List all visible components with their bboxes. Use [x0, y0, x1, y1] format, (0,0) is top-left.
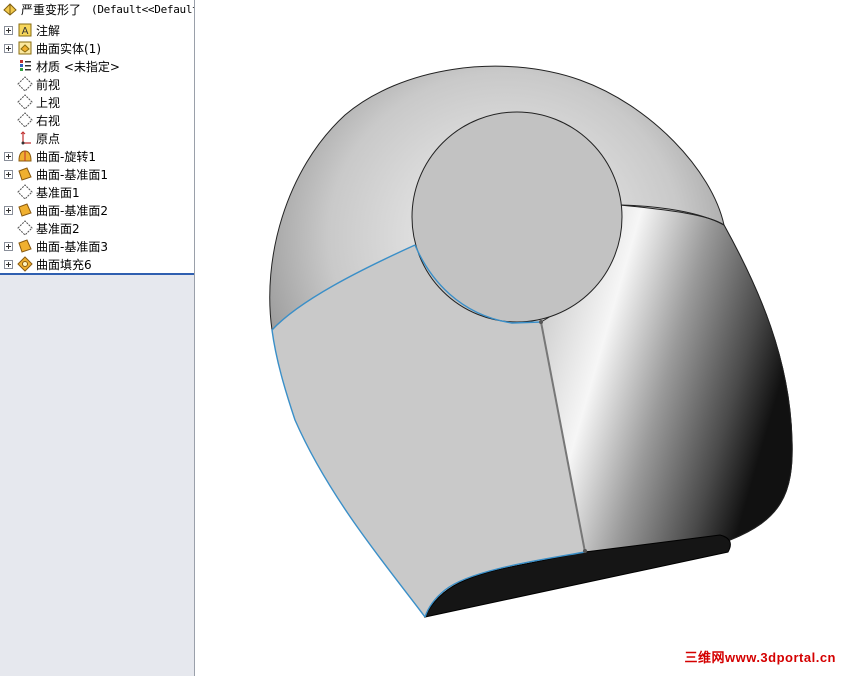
tree-item-label: 基准面1: [36, 185, 80, 200]
part-icon: [2, 1, 18, 17]
tree-item-front-plane[interactable]: 前视: [0, 75, 194, 93]
tree-item-planar-surface3[interactable]: 曲面-基准面3: [0, 237, 194, 255]
configuration-name: (Default<<Default: [91, 2, 194, 16]
expand-toggle[interactable]: [4, 259, 13, 269]
expand-toggle[interactable]: [4, 43, 13, 53]
plane-icon: [17, 94, 33, 110]
tree-root-part[interactable]: 严重变形了 (Default<<Default: [0, 0, 194, 18]
tree-item-label: 右视: [36, 113, 61, 128]
tree-item-planar-surface1[interactable]: 曲面-基准面1: [0, 165, 194, 183]
tree-item-label: 前视: [36, 77, 61, 92]
tree-item-label: 曲面-基准面3: [36, 239, 108, 254]
plane-icon: [17, 220, 33, 236]
tree-item-label: 材质 <未指定>: [36, 59, 120, 74]
tree-item-label: 原点: [36, 131, 61, 146]
annotations-icon: A: [17, 22, 33, 38]
tree-item-label: 曲面-基准面2: [36, 203, 108, 218]
circular-planar-face[interactable]: [411, 111, 623, 323]
plane-icon: [17, 112, 33, 128]
tree-item-label: 上视: [36, 95, 61, 110]
tree-item-label: 注解: [36, 23, 61, 38]
surface-revolve-icon: [17, 148, 33, 164]
tree-item-material[interactable]: 材质 <未指定>: [0, 57, 194, 75]
part-name: 严重变形了: [21, 2, 82, 17]
tree-item-right-plane[interactable]: 右视: [0, 111, 194, 129]
planar-surface-icon: [17, 202, 33, 218]
tree-item-top-plane[interactable]: 上视: [0, 93, 194, 111]
tree-item-label: 曲面-旋转1: [36, 149, 96, 164]
fill-surface-icon: [17, 256, 33, 272]
expand-toggle[interactable]: [4, 205, 13, 215]
plane-icon: [17, 76, 33, 92]
tree-item-fill-surface6[interactable]: 曲面填充6: [0, 255, 194, 273]
expand-toggle[interactable]: [4, 151, 13, 161]
material-icon: [17, 58, 33, 74]
watermark-text: 三维网www.3dportal.cn: [684, 650, 836, 665]
feature-manager-tree: 严重变形了 (Default<<Default A 注解 曲面实体(1) 材质 …: [0, 0, 195, 676]
tree-item-surface-bodies[interactable]: 曲面实体(1): [0, 39, 194, 57]
tree-item-plane2[interactable]: 基准面2: [0, 219, 194, 237]
surface-bodies-icon: [17, 40, 33, 56]
graphics-viewport[interactable]: [195, 0, 856, 676]
tree-item-annotations[interactable]: A 注解: [0, 21, 194, 39]
tree-item-surface-revolve1[interactable]: 曲面-旋转1: [0, 147, 194, 165]
tree-item-label: 曲面填充6: [36, 257, 92, 272]
svg-text:A: A: [22, 26, 29, 37]
planar-surface-icon: [17, 166, 33, 182]
origin-icon: [17, 130, 33, 146]
tree-item-label: 曲面-基准面1: [36, 167, 108, 182]
plane-icon: [17, 184, 33, 200]
feature-tree-list: 严重变形了 (Default<<Default A 注解 曲面实体(1) 材质 …: [0, 0, 194, 274]
planar-surface-icon: [17, 238, 33, 254]
expand-toggle[interactable]: [4, 25, 13, 35]
expand-toggle[interactable]: [4, 169, 13, 179]
rollback-bar[interactable]: [0, 273, 194, 275]
tree-item-origin[interactable]: 原点: [0, 129, 194, 147]
tree-item-label: 曲面实体(1): [36, 41, 101, 56]
tree-item-plane1[interactable]: 基准面1: [0, 183, 194, 201]
tree-item-label: 基准面2: [36, 221, 80, 236]
tree-item-planar-surface2[interactable]: 曲面-基准面2: [0, 201, 194, 219]
expand-toggle[interactable]: [4, 241, 13, 251]
model-view[interactable]: [195, 0, 856, 676]
